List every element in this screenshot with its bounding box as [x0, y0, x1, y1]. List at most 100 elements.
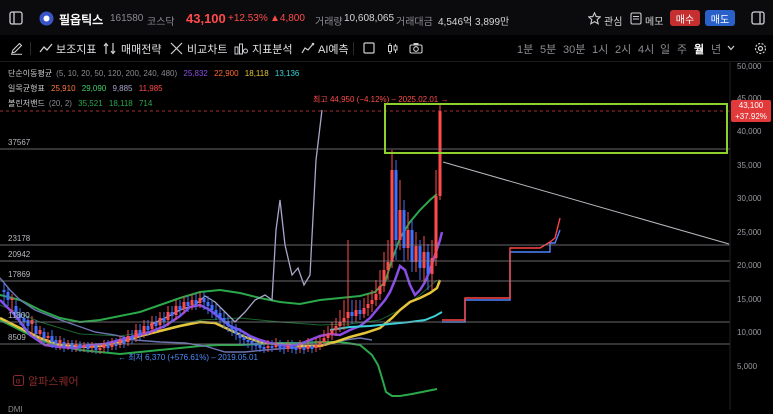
buy-button[interactable]: 매수	[670, 10, 700, 26]
candle-body	[370, 300, 374, 304]
amount-value: 4,546억 3,899만	[438, 17, 510, 28]
toolbar-divider	[353, 42, 354, 55]
candlestick-icon[interactable]	[384, 40, 400, 56]
candle-body	[282, 347, 286, 349]
candle-body	[338, 322, 342, 326]
legend-ichimoku-value-1: 25,910	[51, 84, 76, 93]
star-icon[interactable]	[587, 10, 601, 26]
y-axis-label: 25,000	[737, 228, 762, 237]
period-2hour[interactable]: 2시	[615, 41, 631, 57]
candle-body	[90, 346, 94, 348]
ai-predict-icon[interactable]	[300, 40, 316, 56]
candle-body	[314, 345, 318, 348]
candle-body	[286, 346, 290, 349]
candle-body	[210, 305, 214, 310]
level-label-17869: 17869	[8, 270, 31, 279]
candle-body	[166, 312, 170, 320]
candle-body	[262, 347, 266, 349]
panel-toggle-icon[interactable]	[750, 10, 766, 26]
candle-body	[318, 342, 322, 345]
candle-body	[94, 346, 98, 350]
pencil-icon[interactable]	[8, 40, 24, 56]
candle-body	[250, 341, 254, 344]
legend-ichimoku-value-2: 29,090	[81, 84, 107, 93]
candle-body	[410, 230, 414, 262]
company-logo-icon	[38, 10, 54, 26]
strategy-button[interactable]: 매매전략	[121, 41, 161, 57]
period-1min[interactable]: 1분	[517, 41, 533, 57]
watch-button[interactable]: 관심	[604, 13, 622, 28]
candle-body	[58, 340, 62, 344]
candle-body	[398, 210, 402, 240]
current-price-tag: 43,100 +37.92%	[731, 100, 771, 122]
candle-body	[270, 346, 274, 348]
candle-body	[162, 318, 166, 322]
period-month[interactable]: 월	[694, 41, 704, 57]
period-1hour[interactable]: 1시	[592, 41, 608, 57]
period-day[interactable]: 일	[660, 41, 670, 57]
candle-body	[54, 340, 58, 344]
settings-gear-icon[interactable]	[752, 40, 768, 56]
analysis-icon[interactable]	[233, 40, 249, 56]
chevron-down-icon[interactable]	[726, 41, 736, 55]
candle-body	[346, 312, 350, 318]
candle-body	[374, 294, 378, 300]
candle-body	[358, 310, 362, 314]
candle-body	[322, 338, 326, 342]
analysis-button[interactable]: 지표분석	[252, 41, 292, 57]
sidebar-toggle-icon[interactable]	[8, 10, 24, 26]
legend-ichimoku[interactable]: 일목균형표 25,910 29,090 9,885 11,985	[8, 83, 167, 94]
candle-body	[362, 308, 366, 314]
forecast-blue-line	[442, 229, 561, 323]
indicator-button[interactable]: 보조지표	[56, 41, 96, 57]
candle-body	[402, 210, 406, 248]
period-year[interactable]: 년	[711, 41, 721, 57]
period-4hour[interactable]: 4시	[638, 41, 654, 57]
period-5min[interactable]: 5분	[540, 41, 556, 57]
price-chart[interactable]: 단순이동평균 (5, 10, 20, 50, 120, 200, 240, 480…	[0, 62, 773, 414]
candle-body	[254, 343, 258, 346]
legend-ichimoku-label: 일목균형표	[8, 84, 45, 93]
candle-body	[158, 318, 162, 325]
legend-ma[interactable]: 단순이동평균 (5, 10, 20, 50, 120, 200, 240, 480…	[8, 68, 303, 79]
candle-body	[174, 306, 178, 315]
period-30min[interactable]: 30분	[563, 41, 585, 57]
compare-icon[interactable]	[168, 40, 184, 56]
candle-body	[2, 290, 6, 292]
candle-body	[102, 344, 106, 348]
candle-body	[326, 334, 330, 338]
legend-bb-params: (20, 2)	[48, 99, 72, 108]
sell-button[interactable]: 매도	[705, 10, 735, 26]
candlestick-series	[2, 105, 442, 354]
memo-button[interactable]: 메모	[645, 13, 663, 28]
candle-body	[430, 258, 434, 274]
volume-label: 거래량	[315, 17, 343, 28]
bollinger-mid-band	[0, 279, 438, 337]
strategy-icon[interactable]	[102, 40, 118, 56]
high-annotation: 최고 44,950 (−4.12%) – 2025.02.01 →	[313, 95, 449, 104]
legend-bb-value-3: 714	[138, 99, 153, 108]
candle-body	[82, 345, 86, 347]
y-axis-label: 15,000	[737, 295, 762, 304]
ai-predict-button[interactable]: AI예측	[318, 41, 349, 57]
candle-body	[306, 346, 310, 349]
legend-bollinger[interactable]: 볼린저밴드 (20, 2) 35,521 18,118 714	[8, 98, 156, 109]
svg-text:α: α	[15, 376, 20, 385]
chart-canvas[interactable]	[0, 62, 773, 410]
candle-body	[274, 345, 278, 347]
candle-body	[126, 336, 130, 342]
square-icon[interactable]	[361, 40, 377, 56]
memo-icon[interactable]	[629, 10, 643, 26]
stock-name[interactable]: 필옵틱스	[59, 11, 103, 28]
period-week[interactable]: 주	[677, 41, 687, 57]
camera-icon[interactable]	[408, 40, 424, 56]
candle-body	[258, 345, 262, 348]
candle-body	[130, 336, 134, 340]
y-axis-label: 5,000	[737, 362, 758, 371]
candle-body	[10, 298, 14, 300]
change-amount: ▲4,800	[270, 13, 305, 24]
candle-body	[50, 336, 54, 342]
candle-body	[378, 286, 382, 294]
indicator-icon[interactable]	[38, 40, 54, 56]
compare-button[interactable]: 비교차트	[187, 41, 227, 57]
